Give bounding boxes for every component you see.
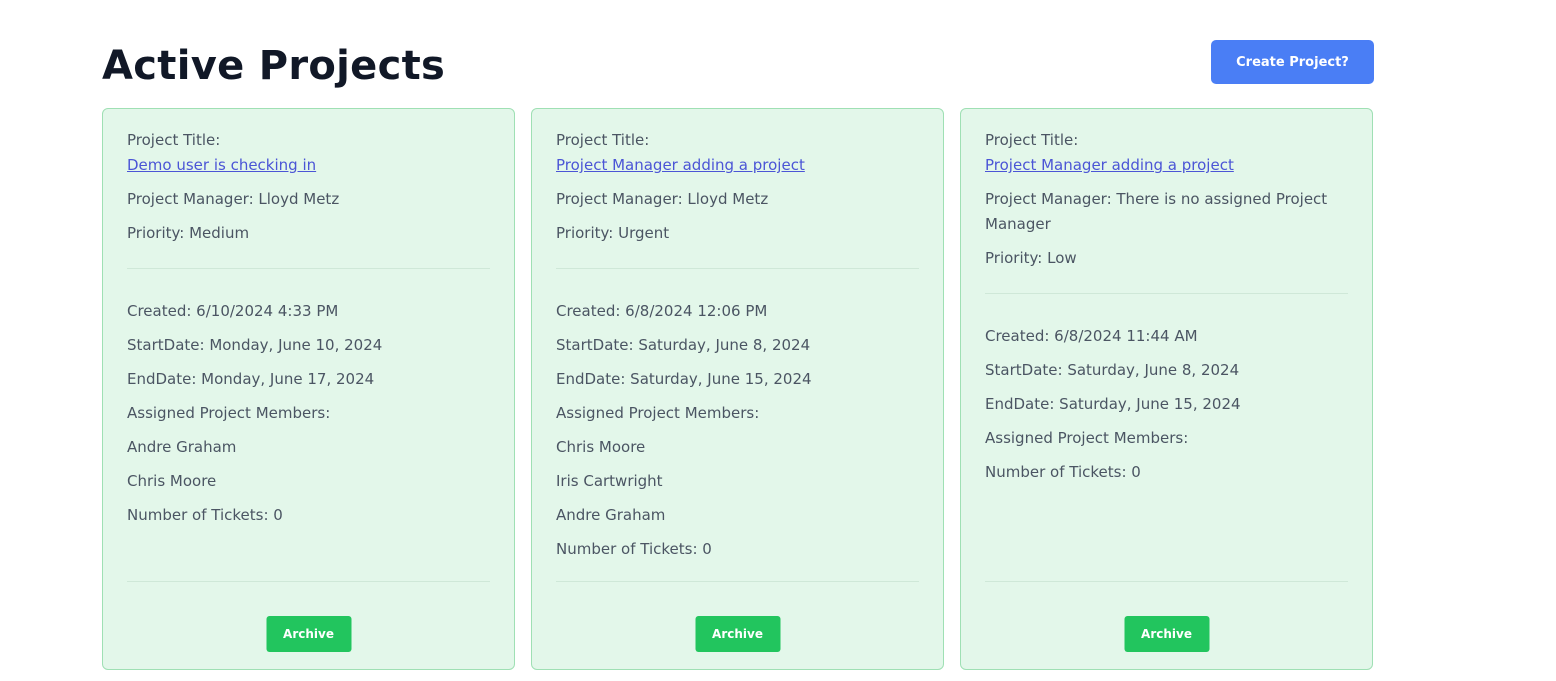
- assigned-members-label: Assigned Project Members:: [985, 429, 1189, 447]
- project-title-link[interactable]: Demo user is checking in: [127, 153, 490, 178]
- project-priority: Priority: Urgent: [556, 224, 670, 242]
- member-item: Andre Graham: [556, 506, 666, 524]
- project-card: Project Title: Project Manager adding a …: [960, 108, 1373, 670]
- project-card: Project Title: Demo user is checking in …: [102, 108, 515, 670]
- card-footer-divider: [985, 581, 1348, 582]
- member-item: Andre Graham: [127, 438, 237, 456]
- project-priority: Priority: Low: [985, 249, 1077, 267]
- project-card: Project Title: Project Manager adding a …: [531, 108, 944, 670]
- archive-button[interactable]: Archive: [695, 616, 780, 652]
- project-created: Created: 6/8/2024 12:06 PM: [556, 302, 768, 320]
- project-title-label: Project Title:: [985, 131, 1079, 149]
- ticket-count: Number of Tickets: 0: [127, 506, 283, 524]
- member-item: Chris Moore: [127, 472, 217, 490]
- project-cards: Project Title: Demo user is checking in …: [102, 108, 1373, 670]
- page: Active Projects Create Project? Project …: [0, 0, 1556, 681]
- project-title-link[interactable]: Project Manager adding a project: [985, 153, 1348, 178]
- project-title-label: Project Title:: [127, 131, 221, 149]
- project-start-date: StartDate: Saturday, June 8, 2024: [556, 336, 811, 354]
- project-created: Created: 6/8/2024 11:44 AM: [985, 327, 1198, 345]
- ticket-count: Number of Tickets: 0: [556, 540, 712, 558]
- project-manager: Project Manager: Lloyd Metz: [127, 190, 340, 208]
- project-priority: Priority: Medium: [127, 224, 250, 242]
- card-footer-divider: [127, 581, 490, 582]
- project-created: Created: 6/10/2024 4:33 PM: [127, 302, 339, 320]
- card-divider: [556, 268, 919, 269]
- create-project-button[interactable]: Create Project?: [1211, 40, 1374, 84]
- project-manager: Project Manager: Lloyd Metz: [556, 190, 769, 208]
- member-item: Iris Cartwright: [556, 472, 663, 490]
- assigned-members-label: Assigned Project Members:: [556, 404, 760, 422]
- card-divider: [985, 293, 1348, 294]
- archive-button[interactable]: Archive: [266, 616, 351, 652]
- archive-button[interactable]: Archive: [1124, 616, 1209, 652]
- project-title-label: Project Title:: [556, 131, 650, 149]
- project-end-date: EndDate: Saturday, June 15, 2024: [985, 395, 1241, 413]
- page-title: Active Projects: [102, 43, 446, 89]
- ticket-count: Number of Tickets: 0: [985, 463, 1141, 481]
- card-footer-divider: [556, 581, 919, 582]
- project-end-date: EndDate: Monday, June 17, 2024: [127, 370, 375, 388]
- project-start-date: StartDate: Saturday, June 8, 2024: [985, 361, 1240, 379]
- member-item: Chris Moore: [556, 438, 646, 456]
- card-divider: [127, 268, 490, 269]
- project-end-date: EndDate: Saturday, June 15, 2024: [556, 370, 812, 388]
- project-title-link[interactable]: Project Manager adding a project: [556, 153, 919, 178]
- assigned-members-label: Assigned Project Members:: [127, 404, 331, 422]
- project-start-date: StartDate: Monday, June 10, 2024: [127, 336, 383, 354]
- project-manager: Project Manager: There is no assigned Pr…: [985, 190, 1328, 233]
